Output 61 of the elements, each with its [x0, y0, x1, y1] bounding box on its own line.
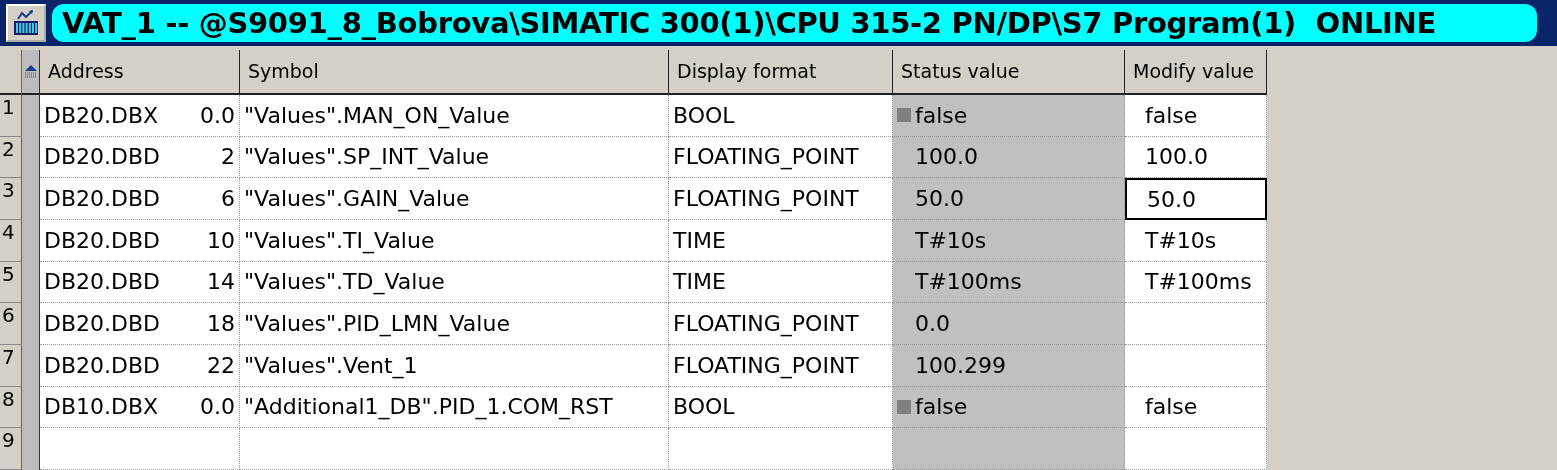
row-number[interactable]: 3 — [0, 178, 22, 220]
modify-value-field[interactable]: 50.0 — [1125, 178, 1267, 220]
row-number[interactable]: 8 — [0, 386, 22, 429]
modify-value-field[interactable] — [1125, 428, 1267, 470]
sort-icon — [23, 62, 38, 81]
address-offset: 6 — [221, 186, 235, 212]
row-number[interactable]: 2 — [0, 136, 22, 179]
address-area: DB20.DBD — [44, 352, 160, 378]
address-offset: 0.0 — [200, 102, 235, 128]
status-value: false — [915, 102, 968, 128]
table-cell: "Values".PID_LMN_Value — [240, 303, 669, 345]
table-cell: "Values".Vent_1 — [240, 344, 669, 387]
table-cell: "Values".TD_Value — [240, 261, 669, 304]
modify-value-field[interactable] — [1125, 344, 1267, 387]
window-title: VAT_1 -- @S9091_8_Bobrova\SIMATIC 300(1)\CPU 315-2 PN/DP\S7 Program(1) ONLINE — [52, 3, 1537, 42]
address-offset: 22 — [207, 352, 235, 378]
status-value: 100.0 — [915, 144, 978, 170]
column-header[interactable]: Status value — [893, 49, 1125, 95]
address-offset: 10 — [207, 227, 235, 253]
row-selector[interactable] — [22, 428, 40, 470]
address-offset: 14 — [207, 269, 235, 295]
row-number[interactable]: 9 — [0, 428, 22, 470]
table-cell: "Additional1_DB".PID_1.COM_RST — [240, 386, 669, 429]
variable-table-icon[interactable] — [6, 3, 46, 42]
row-number[interactable]: 7 — [0, 344, 22, 387]
status-value: 50.0 — [915, 186, 964, 212]
sort-header[interactable] — [22, 49, 40, 95]
status-value: false — [915, 394, 968, 420]
table-cell: "Values".TI_Value — [240, 219, 669, 262]
modify-value-field[interactable] — [1125, 303, 1267, 345]
status-value: 100.299 — [915, 352, 1006, 378]
column-header[interactable]: Symbol — [240, 49, 669, 95]
table-cell: "Values".GAIN_Value — [240, 178, 669, 220]
row-number[interactable]: 6 — [0, 303, 22, 345]
column-header[interactable]: Display format — [669, 49, 893, 95]
row-number[interactable]: 1 — [0, 94, 22, 137]
address-area: DB20.DBD — [44, 186, 160, 212]
status-value: T#10s — [915, 227, 987, 253]
table-cell: "Values".SP_INT_Value — [240, 136, 669, 179]
table-cell: "Values".MAN_ON_Value — [240, 94, 669, 137]
address-area: DB20.DBD — [44, 227, 160, 253]
row-number[interactable]: 4 — [0, 219, 22, 262]
column-header[interactable]: Address — [40, 49, 240, 95]
address-area: DB20.DBD — [44, 311, 160, 337]
status-value: 0.0 — [915, 311, 950, 337]
modify-value-field[interactable]: T#10s — [1125, 219, 1267, 262]
modify-value-field[interactable]: false — [1125, 94, 1267, 137]
status-value: T#100ms — [915, 269, 1022, 295]
row-number[interactable]: 5 — [0, 261, 22, 304]
row-selector[interactable] — [22, 94, 40, 137]
modify-value-field[interactable]: false — [1125, 386, 1267, 429]
address-offset: 0.0 — [200, 394, 235, 420]
address-offset: 2 — [221, 144, 235, 170]
corner-header[interactable] — [0, 49, 22, 95]
address-area: DB20.DBD — [44, 144, 160, 170]
address-area: DB10.DBX — [44, 394, 159, 420]
modify-value-field[interactable]: T#100ms — [1125, 261, 1267, 304]
address-area: DB20.DBX — [44, 102, 159, 128]
column-header[interactable]: Modify value — [1125, 49, 1267, 95]
address-area: DB20.DBD — [44, 269, 160, 295]
address-offset: 18 — [207, 311, 235, 337]
